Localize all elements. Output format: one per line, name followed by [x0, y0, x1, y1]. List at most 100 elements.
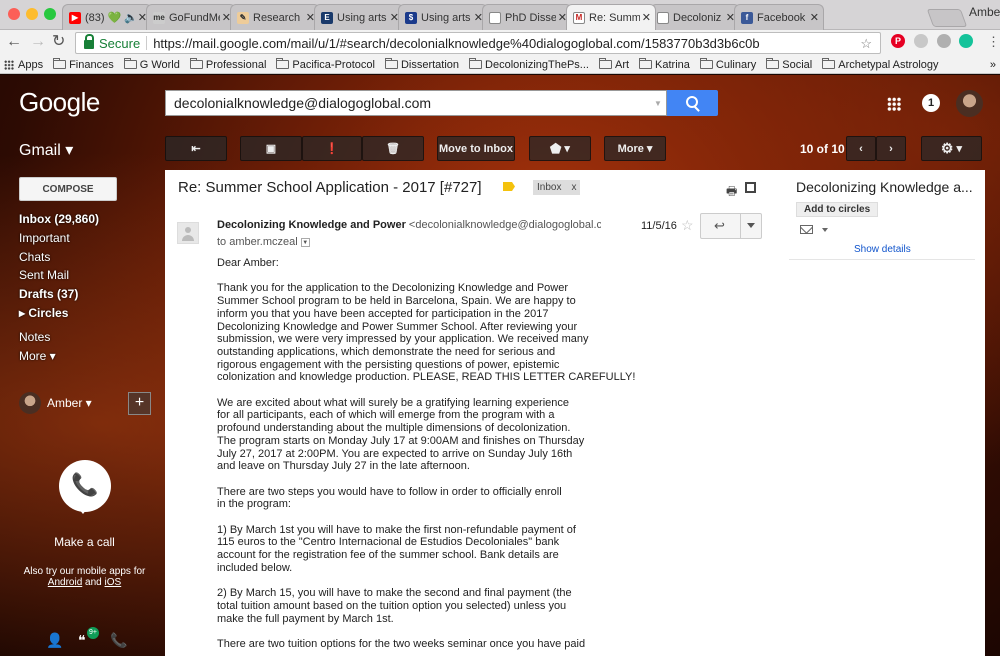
bookmark-folder[interactable]: Culinary — [699, 58, 756, 71]
bookmark-folder[interactable]: Art — [598, 58, 629, 71]
bookmark-folder[interactable]: Social — [766, 58, 812, 71]
search-button[interactable] — [667, 90, 718, 116]
reply-button[interactable]: ↩ — [700, 213, 762, 239]
report-spam-button[interactable]: ❗ — [302, 136, 362, 161]
chrome-menu-icon[interactable]: ⋮ — [987, 34, 1000, 50]
android-link[interactable]: Android — [48, 577, 82, 588]
bookmarks-overflow-icon[interactable]: » — [990, 59, 996, 71]
secure-label: Secure — [99, 35, 141, 51]
forward-icon[interactable]: → — [30, 34, 46, 50]
bookmark-folder[interactable]: Finances — [53, 58, 114, 71]
notifications-badge[interactable]: 1 — [922, 94, 940, 112]
print-icon[interactable]: 🖶 — [726, 182, 737, 203]
contacts-person-icon[interactable]: 👤 — [46, 632, 63, 649]
phone-icon[interactable]: 📞 — [110, 632, 127, 649]
google-logo[interactable]: Google — [19, 87, 100, 118]
newer-button[interactable]: ‹ — [846, 136, 876, 161]
nav-item[interactable]: Chats — [19, 248, 159, 267]
search-input[interactable]: decolonialknowledge@dialogoglobal.com — [165, 90, 667, 116]
show-details-chevron-icon[interactable]: ▼ — [300, 237, 310, 247]
bookmark-apps[interactable]: Apps — [0, 59, 43, 71]
extension-icon[interactable] — [937, 34, 951, 48]
nav-item[interactable]: Sent Mail — [19, 266, 159, 285]
bookmark-label: Katrina — [655, 58, 690, 71]
folder-icon — [189, 58, 203, 69]
browser-tab[interactable]: M Re: Summ ✕ — [566, 4, 656, 30]
pinterest-icon[interactable]: P — [891, 34, 905, 48]
browser-tab[interactable]: f Facebook ✕ — [734, 4, 824, 30]
show-details-link[interactable]: Show details — [854, 244, 911, 255]
bookmark-folder[interactable]: Archetypal Astrology — [822, 58, 939, 71]
browser-tab[interactable]: $ Using arts ✕ — [398, 4, 488, 30]
browser-tab[interactable]: ▶ (83) 💚 🔈 ✕ — [62, 4, 152, 30]
browser-tab[interactable]: ✎ Research ✕ — [230, 4, 320, 30]
bookmark-folder[interactable]: Professional — [189, 58, 267, 71]
hangouts-user[interactable]: Amber ▾ — [19, 392, 92, 414]
browser-tab[interactable]: Decoloniz ✕ — [650, 4, 740, 30]
new-window-icon[interactable] — [745, 182, 756, 193]
delete-button[interactable]: 🗑 — [362, 136, 424, 161]
older-button[interactable]: › — [876, 136, 906, 161]
bookmark-folder[interactable]: Pacifica-Protocol — [276, 58, 375, 71]
new-hangout-button[interactable]: + — [128, 392, 151, 415]
bookmark-folder[interactable]: Dissertation — [384, 58, 459, 71]
labels-button[interactable]: ⬟ ▾ — [529, 136, 591, 161]
remove-label-button[interactable]: x — [571, 182, 576, 193]
reload-icon[interactable]: ↻ — [52, 34, 65, 50]
url-text[interactable]: https://mail.google.com/mail/u/1/#search… — [153, 36, 759, 51]
drive-icon[interactable] — [914, 34, 928, 48]
contact-card-divider — [789, 259, 975, 260]
google-apps-icon[interactable] — [887, 97, 901, 111]
star-icon[interactable]: ☆ — [681, 217, 694, 234]
address-bar[interactable]: Secure https://mail.google.com/mail/u/1/… — [75, 32, 881, 54]
nav-item[interactable]: Notes — [19, 328, 159, 347]
browser-tab[interactable]: PhD Disse ✕ — [482, 4, 572, 30]
settings-button[interactable]: ⚙ ▾ — [921, 136, 982, 161]
gmail-app-switcher[interactable]: Gmail ▾ — [19, 140, 73, 160]
nav-item[interactable]: More ▾ — [19, 347, 159, 366]
profile-name[interactable]: Amber — [969, 5, 1000, 19]
browser-tab[interactable]: me GoFundMe ✕ — [146, 4, 236, 30]
account-avatar[interactable] — [956, 90, 983, 117]
nav-item[interactable]: Important — [19, 229, 159, 248]
recipient-line: to amber.mczeal ▼ — [217, 236, 310, 248]
grammarly-icon[interactable] — [959, 34, 973, 48]
nav-item[interactable]: Drafts (37) — [19, 285, 159, 304]
ios-link[interactable]: iOS — [105, 577, 122, 588]
email-caret-icon[interactable] — [822, 228, 828, 232]
hangouts-quote-icon[interactable]: ❝ — [78, 632, 86, 649]
new-tab-button[interactable] — [926, 9, 968, 27]
sender-name[interactable]: Decolonizing Knowledge and Power — [217, 219, 406, 231]
move-to-inbox-button[interactable]: Move to Inbox — [437, 136, 515, 161]
tab-strip: ▶ (83) 💚 🔈 ✕ me GoFundMe ✕ ✎ Research ✕ E Using ar… — [0, 0, 1000, 30]
make-call-link[interactable]: Make a call — [19, 535, 150, 549]
more-actions-caret-icon[interactable] — [747, 223, 755, 228]
bookmark-folder[interactable]: DecolonizingThePs... — [469, 58, 589, 71]
compose-button[interactable]: COMPOSE — [19, 177, 117, 201]
bookmark-star-icon[interactable]: ☆ — [860, 36, 872, 52]
back-to-search-button[interactable]: ⇤ — [165, 136, 227, 161]
labels-caret: ▾ — [564, 143, 570, 155]
email-icon[interactable] — [800, 225, 813, 234]
minimize-window-button[interactable] — [26, 8, 38, 20]
browser-window: { "browser": { "tabs": [ {"label": "(83)… — [0, 0, 1000, 656]
importance-marker-icon[interactable] — [503, 182, 515, 191]
add-to-circles-button[interactable]: Add to circles — [796, 202, 879, 217]
bookmark-label: Professional — [205, 58, 267, 71]
more-button[interactable]: More ▾ — [604, 136, 666, 161]
zoom-window-button[interactable] — [44, 8, 56, 20]
close-window-button[interactable] — [8, 8, 20, 20]
search-options-caret-icon[interactable]: ▼ — [654, 99, 662, 108]
tab-close-icon[interactable]: ✕ — [810, 11, 819, 24]
tab-close-icon[interactable]: ✕ — [642, 11, 651, 24]
browser-tab[interactable]: E Using arts ✕ — [314, 4, 404, 30]
bookmark-folder[interactable]: Katrina — [639, 58, 690, 71]
phone-call-icon[interactable]: 📞 — [59, 460, 111, 514]
reading-pane: Re: Summer School Application - 2017 [#7… — [165, 170, 985, 656]
back-icon[interactable]: ← — [6, 34, 22, 50]
archive-button[interactable]: ▣ — [240, 136, 302, 161]
nav-item[interactable]: ▸ Circles — [19, 304, 159, 323]
doc-icon — [657, 11, 669, 24]
bookmark-folder[interactable]: G World — [123, 58, 180, 71]
nav-item[interactable]: Inbox (29,860) — [19, 210, 159, 229]
